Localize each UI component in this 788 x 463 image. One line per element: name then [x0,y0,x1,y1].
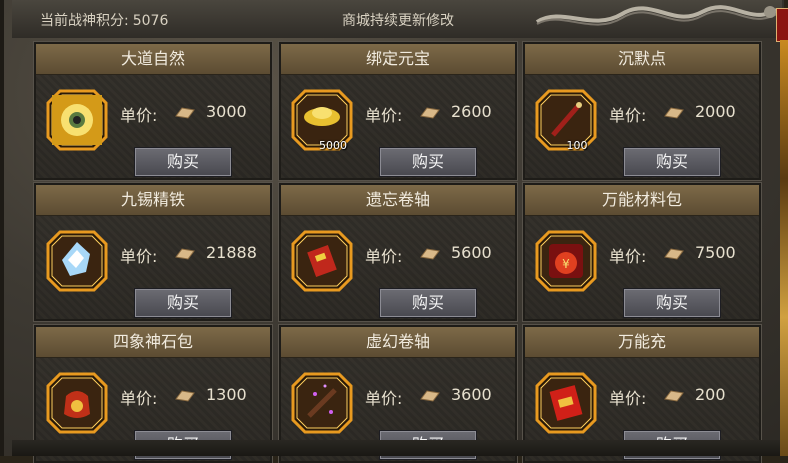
shop-window: 当前战神积分: 5076 商城持续更新修改 大道自然 单价: 3000 购买 绑… [0,0,784,463]
item-slot[interactable] [46,372,108,434]
price-label: 单价: [609,106,647,125]
score-display: 当前战神积分: 5076 [40,10,168,30]
price-label: 单价: [120,247,158,266]
item-name: 虚幻卷轴 [281,327,515,358]
score-label: 当前战神积分: [40,13,129,29]
price-label: 单价: [365,247,403,266]
purple-scroll-icon [291,372,353,434]
shop-notice: 商城持续更新修改 [342,13,454,29]
score-value: 5076 [132,13,169,29]
item-name: 沉默点 [525,44,759,75]
item-name: 万能材料包 [525,185,759,216]
item-price: 21888 [206,243,257,262]
item-slot[interactable] [291,230,353,292]
item-price: 5600 [451,243,492,262]
buy-button[interactable]: 购买 [134,288,232,318]
buy-button[interactable]: 购买 [379,288,477,318]
item-quantity: 100 [566,139,588,152]
shop-item-card: 绑定元宝 5000 单价: 2600 购买 [279,42,517,180]
item-price: 2000 [695,102,736,121]
item-name: 九锡精铁 [36,185,270,216]
item-slot[interactable] [535,372,597,434]
item-quantity: 5000 [319,139,347,152]
price-label: 单价: [609,389,647,408]
glowing-orb-icon [46,89,108,151]
item-price: 7500 [695,243,736,262]
material-bag-icon: ¥ [535,230,597,292]
item-name: 大道自然 [36,44,270,75]
svg-text:¥: ¥ [562,257,570,271]
item-name: 万能充 [525,327,759,358]
dragon-ornament-icon [535,5,778,26]
side-decoration [780,40,788,456]
item-name: 绑定元宝 [281,44,515,75]
close-button[interactable] [776,8,788,42]
item-price: 3000 [206,102,247,121]
red-scroll-icon [291,230,353,292]
currency-ingot-icon [664,390,684,402]
shop-header: 当前战神积分: 5076 商城持续更新修改 [12,0,782,38]
price-label: 单价: [609,247,647,266]
currency-ingot-icon [175,248,195,260]
price-label: 单价: [365,389,403,408]
item-price: 3600 [451,385,492,404]
buy-button[interactable]: 购买 [623,288,721,318]
currency-ingot-icon [420,390,440,402]
shop-item-card: 遗忘卷轴 单价: 5600 购买 [279,183,517,321]
shop-item-card: 九锡精铁 单价: 21888 购买 [34,183,272,321]
shop-item-card: 万能材料包 ¥ 单价: 7500 购买 [523,183,761,321]
item-slot[interactable]: 100 [535,89,597,152]
item-price: 200 [695,385,726,404]
bottom-edge [12,440,782,456]
currency-ingot-icon [664,107,684,119]
red-envelope-icon [535,372,597,434]
price-label: 单价: [120,389,158,408]
red-pouch-icon [46,372,108,434]
currency-ingot-icon [175,107,195,119]
item-slot[interactable] [46,230,108,292]
item-slot[interactable]: ¥ [535,230,597,292]
item-slot[interactable] [46,89,108,151]
buy-button[interactable]: 购买 [379,147,477,177]
buy-button[interactable]: 购买 [134,147,232,177]
item-slot[interactable]: 5000 [291,89,353,152]
buy-button[interactable]: 购买 [623,147,721,177]
price-label: 单价: [365,106,403,125]
item-slot[interactable] [291,372,353,434]
crystal-ore-icon [46,230,108,292]
item-price: 1300 [206,385,247,404]
currency-ingot-icon [175,390,195,402]
currency-ingot-icon [664,248,684,260]
item-name: 遗忘卷轴 [281,185,515,216]
shop-item-card: 沉默点 100 单价: 2000 购买 [523,42,761,180]
shop-item-card: 大道自然 单价: 3000 购买 [34,42,272,180]
currency-ingot-icon [420,107,440,119]
currency-ingot-icon [420,248,440,260]
price-label: 单价: [120,106,158,125]
item-name: 四象神石包 [36,327,270,358]
item-price: 2600 [451,102,492,121]
